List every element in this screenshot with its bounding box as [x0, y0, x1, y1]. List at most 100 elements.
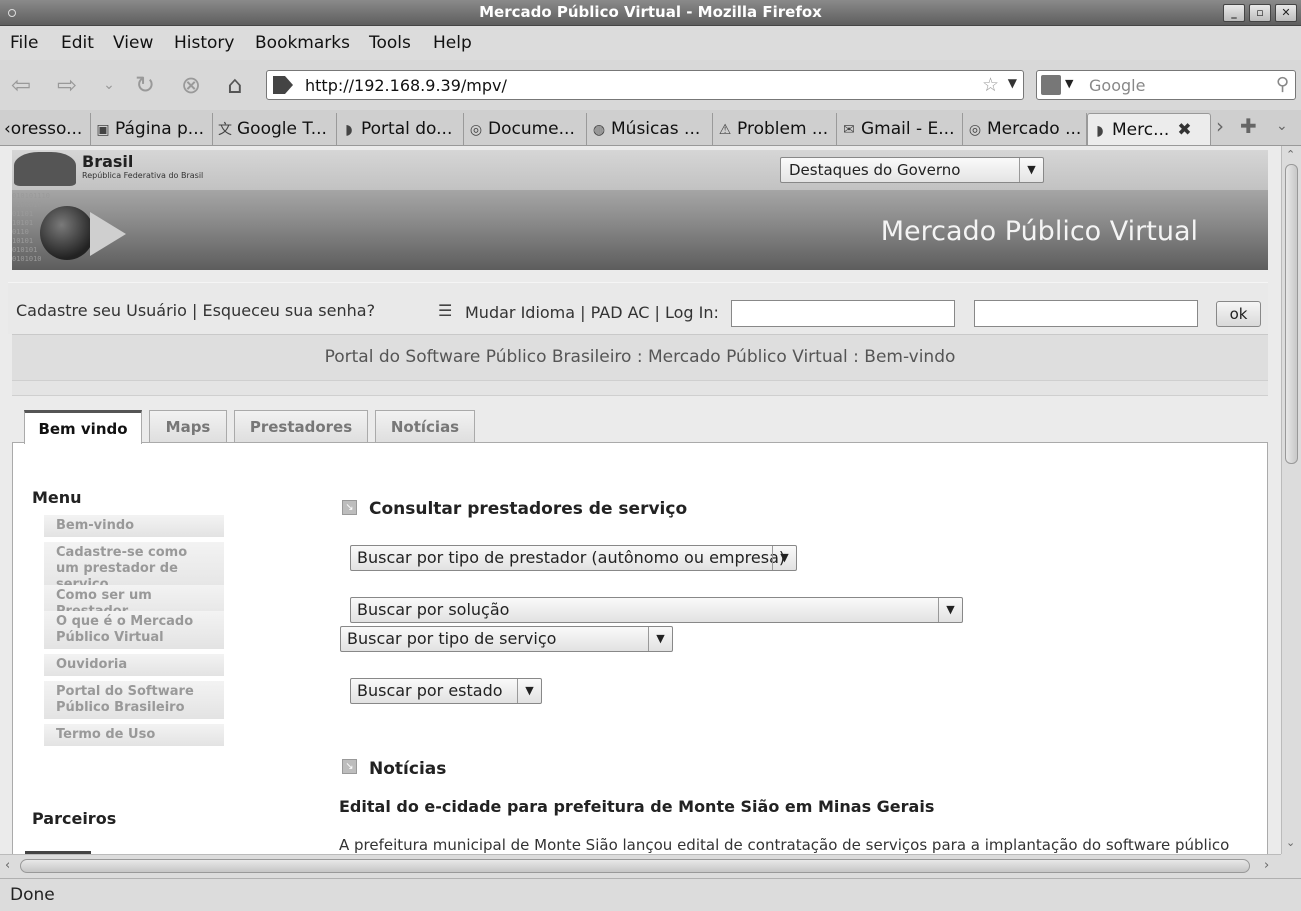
login-label[interactable]: Mudar Idioma | PAD AC | Log In: [465, 303, 719, 322]
history-dropdown-icon[interactable]: ⌄ [94, 71, 124, 99]
menu-history[interactable]: History [174, 33, 234, 53]
browser-tab-2[interactable]: ▣ Página p... [91, 113, 213, 145]
destaques-select[interactable]: Destaques do Governo ▼ [780, 157, 1044, 183]
chevron-down-icon: ▼ [772, 546, 796, 570]
sidebar-item-termo-de-uso[interactable]: Termo de Uso [44, 724, 224, 747]
breadcrumb[interactable]: Portal do Software Público Brasileiro : … [12, 347, 1268, 367]
tab-maps[interactable]: Maps [149, 410, 227, 443]
chevron-down-icon: ▼ [938, 598, 962, 622]
search-engine-dropdown-icon[interactable]: ▼ [1065, 77, 1073, 90]
news-headline[interactable]: Edital do e-cidade para prefeitura de Mo… [339, 797, 934, 816]
scroll-left-icon[interactable]: ‹ [5, 858, 10, 873]
tab-label: Google T... [237, 119, 327, 139]
maximize-button[interactable]: ▫ [1249, 4, 1271, 22]
select-tipo-servico-value: Buscar por tipo de serviço [347, 629, 557, 648]
browser-tab-8[interactable]: ✉ Gmail - E... [837, 113, 963, 145]
browser-tab-5[interactable]: ◎ Docume... [464, 113, 587, 145]
tab-prestadores[interactable]: Prestadores [234, 410, 368, 443]
sidebar-item-ouvidoria[interactable]: Ouvidoria [44, 654, 224, 677]
horizontal-scroll-thumb[interactable] [20, 859, 1250, 873]
menu-bookmarks[interactable]: Bookmarks [255, 33, 350, 53]
scroll-up-icon[interactable]: ⌃ [1286, 148, 1295, 161]
forward-icon[interactable]: ⇨ [52, 71, 82, 99]
home-icon[interactable]: ⌂ [220, 71, 250, 99]
scroll-right-icon[interactable]: › [1264, 858, 1269, 873]
search-icon[interactable]: ⚲ [1276, 74, 1289, 95]
username-input[interactable] [731, 300, 955, 327]
tab-label: Problem ... [737, 119, 829, 139]
browser-tab-6[interactable]: ◍ Músicas ... [587, 113, 713, 145]
tab-label: Página p... [115, 119, 205, 139]
bookmark-star-icon[interactable]: ☆ [982, 74, 999, 96]
browser-tab-4[interactable]: ◗ Portal do... [337, 113, 464, 145]
stop-icon[interactable]: ⊗ [176, 71, 206, 99]
select-solucao[interactable]: Buscar por solução ▼ [350, 597, 963, 623]
select-tipo-prestador[interactable]: Buscar por tipo de prestador (autônomo o… [350, 545, 797, 571]
browser-tab-active[interactable]: ◗ Merc... ✖ [1087, 113, 1211, 145]
browser-tab-1[interactable]: ‹oresso... [0, 113, 91, 145]
url-dropdown-icon[interactable]: ▼ [1008, 76, 1017, 90]
site-identity-icon[interactable] [273, 76, 293, 94]
page-icon: ▣ [96, 122, 110, 138]
sidebar-item-bem-vindo[interactable]: Bem-vindo [44, 515, 224, 538]
menu-file[interactable]: File [10, 33, 38, 53]
sidebar-item-o-que-e[interactable]: O que é o Mercado Público Virtual [44, 611, 224, 650]
brasil-name[interactable]: Brasil [82, 152, 133, 171]
window-titlebar: Mercado Público Virtual - Mozilla Firefo… [0, 0, 1301, 26]
close-tab-icon[interactable]: ✖ [1177, 120, 1191, 140]
new-tab-icon[interactable]: ✚ [1240, 114, 1257, 138]
mail-icon: ✉ [843, 122, 855, 138]
select-estado[interactable]: Buscar por estado ▼ [350, 678, 542, 704]
list-all-tabs-icon[interactable]: ⌄ [1276, 118, 1288, 134]
back-icon[interactable]: ⇦ [6, 71, 36, 99]
chevron-down-icon: ▼ [1019, 158, 1043, 182]
status-bar: Done [0, 878, 1301, 911]
language-icon[interactable]: ☰ [438, 301, 452, 320]
scroll-tabs-right-icon[interactable]: › [1216, 114, 1224, 138]
login-ok-button[interactable]: ok [1216, 301, 1261, 327]
minimize-button[interactable]: _ [1223, 4, 1245, 22]
search-input[interactable]: Google [1089, 76, 1145, 95]
sidebar-item-portal-software[interactable]: Portal do Software Público Brasileiro [44, 681, 224, 720]
arrow-decoration [90, 212, 126, 256]
close-window-button[interactable]: ✕ [1275, 4, 1297, 22]
circle-icon: ◎ [469, 122, 483, 138]
section-arrow-icon: ↘ [342, 500, 357, 515]
news-body: A prefeitura municipal de Monte Sião lan… [339, 836, 1230, 854]
tab-bem-vindo[interactable]: Bem vindo [24, 410, 142, 444]
browser-tab-9[interactable]: ◎ Mercado ... [963, 113, 1087, 145]
menu-view[interactable]: View [113, 33, 153, 53]
menubar: File Edit View History Bookmarks Tools H… [0, 26, 1301, 60]
login-bar: Cadastre seu Usuário | Esqueceu sua senh… [8, 282, 1268, 334]
vertical-scrollbar[interactable]: ⌃ ⌄ [1281, 146, 1301, 854]
menu-help[interactable]: Help [433, 33, 472, 53]
globe-icon: ◍ [592, 122, 606, 138]
browser-tab-3[interactable]: 文 Google T... [213, 113, 337, 145]
search-engine-icon[interactable] [1041, 75, 1061, 95]
chevron-down-icon: ▼ [648, 627, 672, 651]
url-text[interactable]: http://192.168.9.39/mpv/ [305, 76, 507, 95]
tab-label: Músicas ... [611, 119, 701, 139]
select-tipo-prestador-value: Buscar por tipo de prestador (autônomo o… [357, 548, 786, 567]
menu-edit[interactable]: Edit [61, 33, 94, 53]
window-menu-icon[interactable] [8, 9, 16, 17]
tab-noticias[interactable]: Notícias [375, 410, 475, 443]
scroll-down-icon[interactable]: ⌄ [1286, 836, 1295, 849]
browser-tab-7[interactable]: ⚠ Problem ... [713, 113, 837, 145]
select-tipo-servico[interactable]: Buscar por tipo de serviço ▼ [340, 626, 673, 652]
site-icon: ◗ [1096, 123, 1104, 139]
content-panel: Menu Bem-vindo Cadastre-se como um prest… [12, 442, 1268, 854]
page-viewport: Brasil República Federativa do Brasil De… [0, 146, 1281, 854]
password-input[interactable] [974, 300, 1198, 327]
vertical-scroll-thumb[interactable] [1285, 164, 1298, 464]
account-links[interactable]: Cadastre seu Usuário | Esqueceu sua senh… [16, 301, 375, 320]
search-bar[interactable]: ▼ Google ⚲ [1036, 70, 1296, 100]
url-bar[interactable]: http://192.168.9.39/mpv/ ☆ ▼ [266, 70, 1024, 100]
globe-logo [40, 206, 94, 260]
menu-tools[interactable]: Tools [369, 33, 411, 53]
site-icon: ◗ [345, 122, 353, 138]
brasil-flag-logo[interactable] [14, 152, 76, 186]
brasil-subtitle: República Federativa do Brasil [82, 171, 204, 180]
reload-icon[interactable]: ↻ [130, 71, 160, 99]
horizontal-scrollbar[interactable]: ‹ › [0, 854, 1281, 878]
